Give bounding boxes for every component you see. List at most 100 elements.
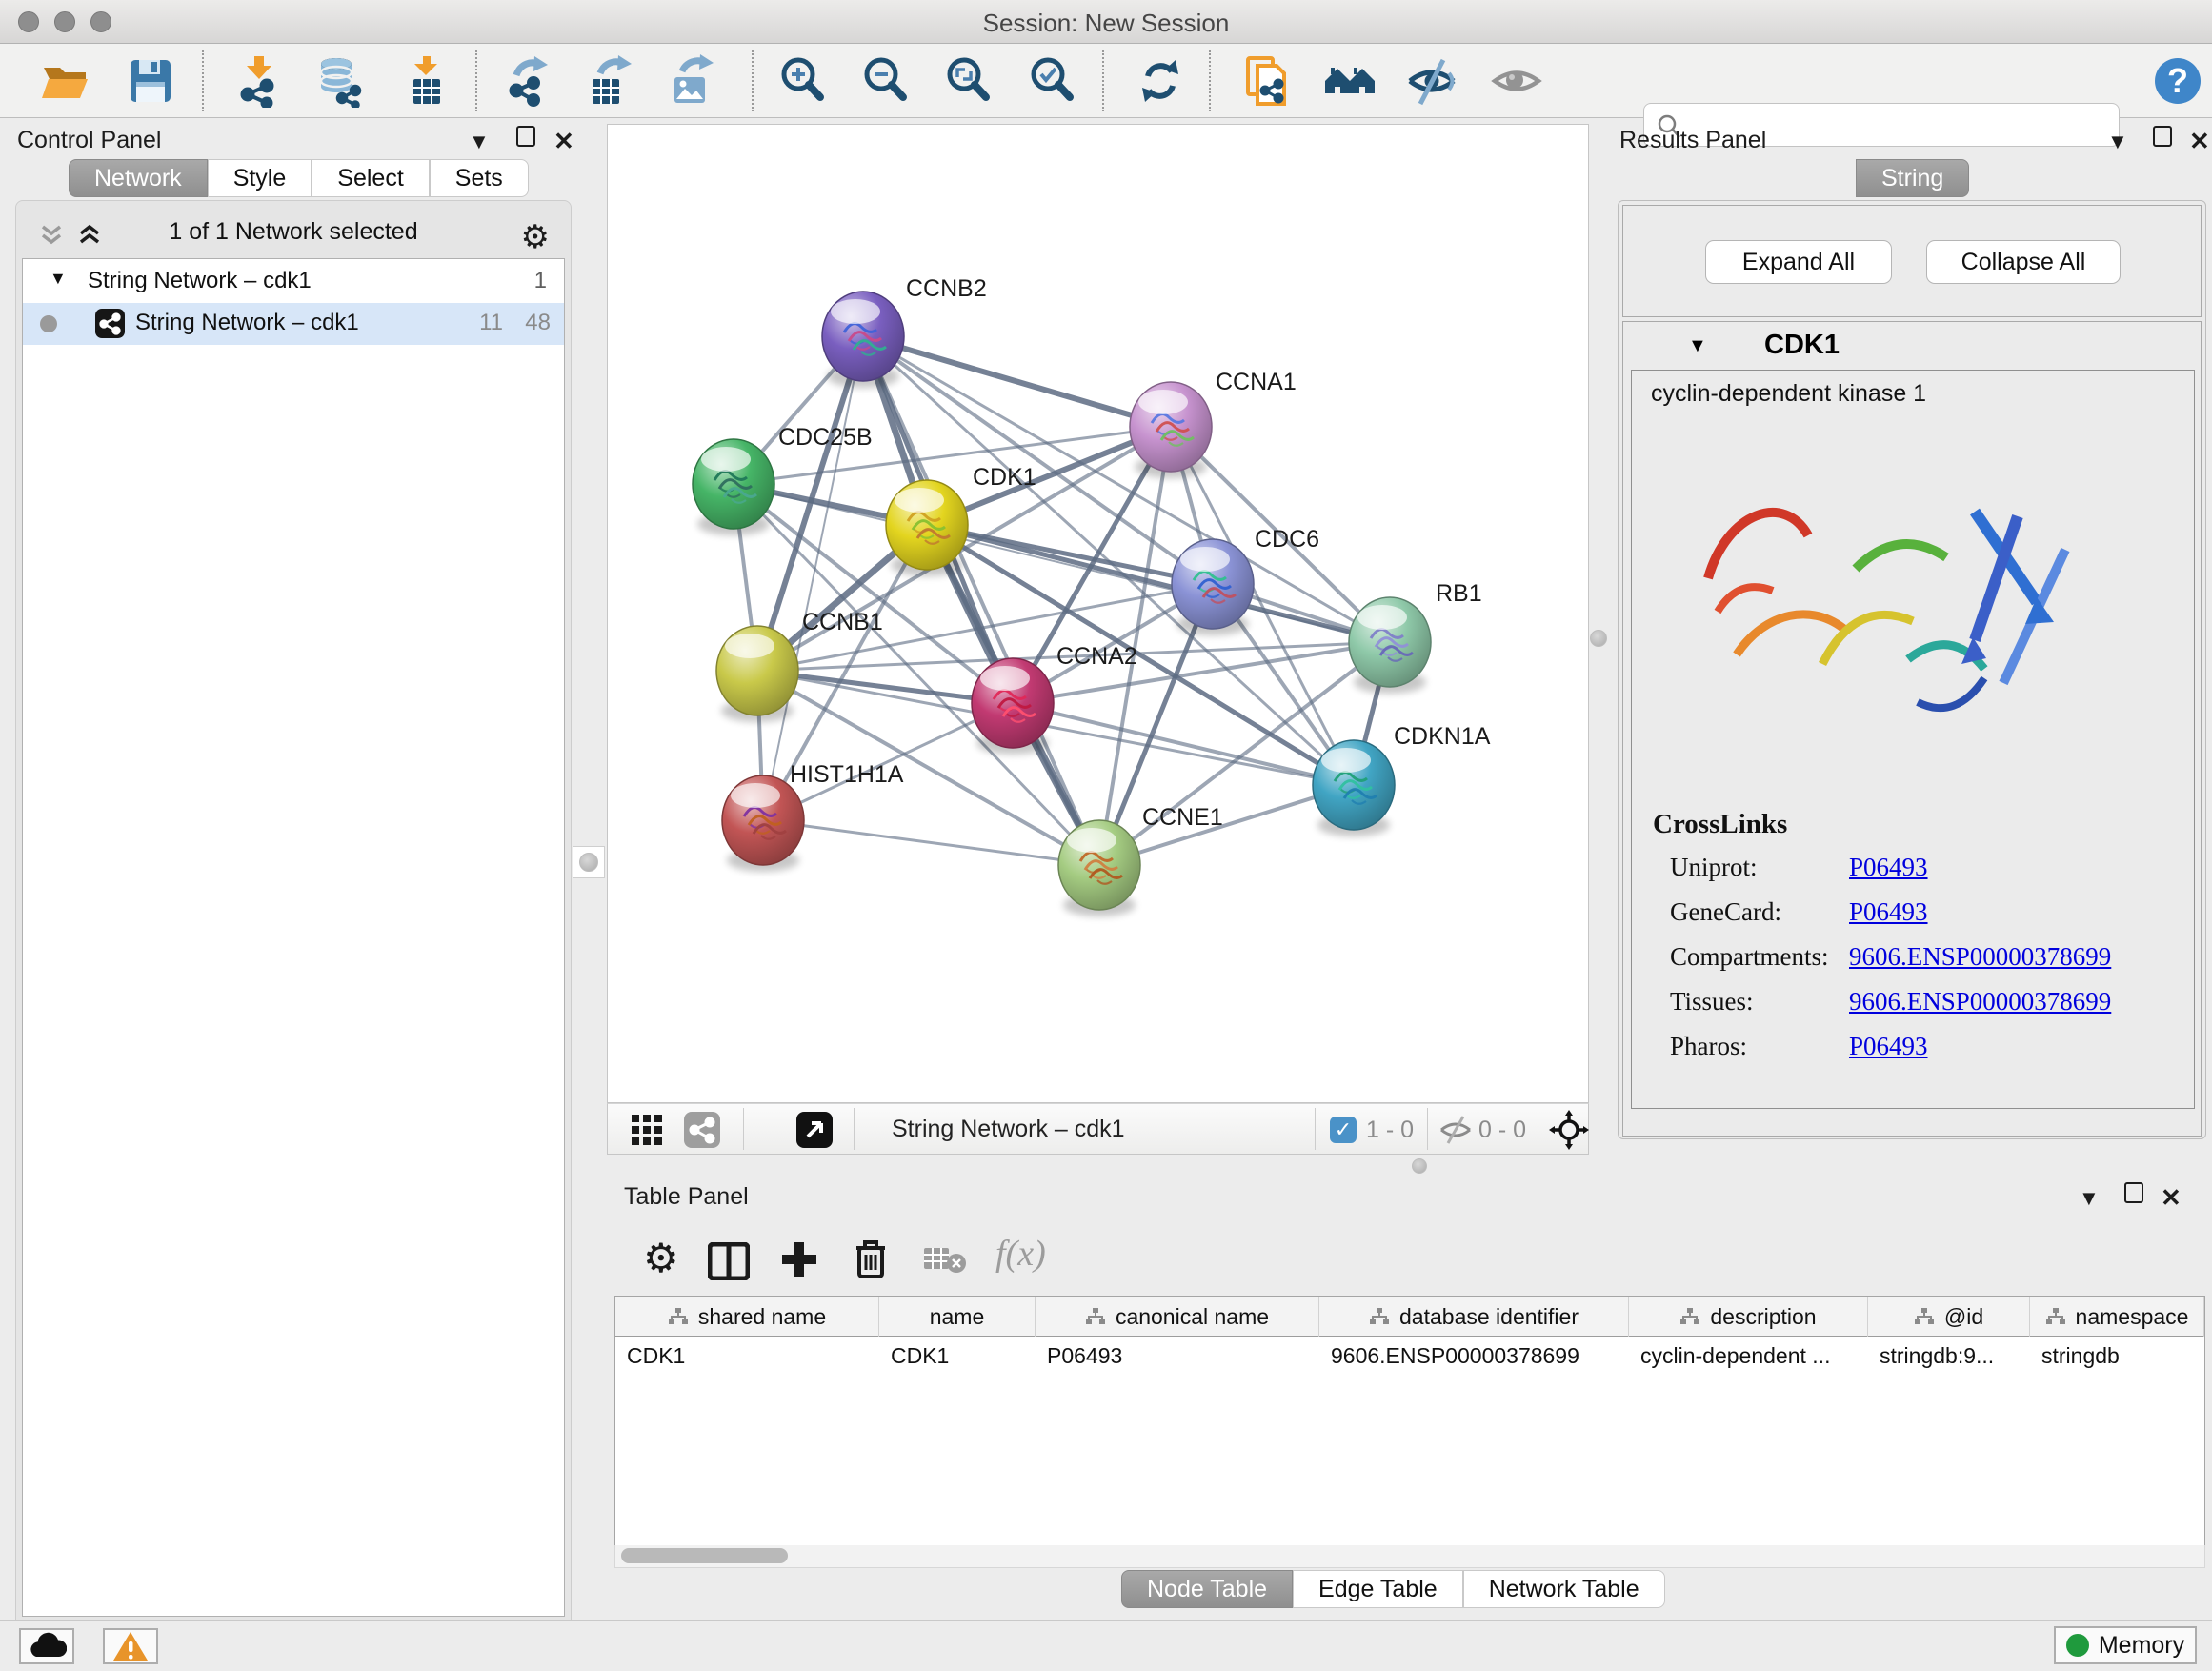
delete-column-icon[interactable]: [853, 1238, 889, 1285]
network-collection-row[interactable]: ▼ String Network – cdk1 1: [23, 261, 564, 303]
crosslink-link[interactable]: P06493: [1849, 1032, 1928, 1061]
cell-shared-name[interactable]: CDK1: [615, 1337, 879, 1377]
warning-button[interactable]: [103, 1628, 158, 1664]
collapse-panel-icon[interactable]: ▼: [469, 130, 490, 154]
cell-canonical-name[interactable]: P06493: [1036, 1337, 1319, 1377]
pan-crosshair-icon[interactable]: [1549, 1110, 1589, 1155]
tab-sets[interactable]: Sets: [430, 159, 529, 197]
cell--id[interactable]: stringdb:9...: [1868, 1337, 2030, 1377]
node-label-CCNB1: CCNB1: [802, 609, 883, 635]
tab-edge-table[interactable]: Edge Table: [1293, 1570, 1463, 1608]
node-label-CCNA2: CCNA2: [1056, 643, 1137, 670]
delete-table-icon[interactable]: [923, 1246, 967, 1279]
tab-select[interactable]: Select: [312, 159, 429, 197]
close-panel-icon[interactable]: ✕: [2161, 1183, 2182, 1213]
float-panel-icon[interactable]: [2153, 126, 2172, 152]
network-graph[interactable]: CCNB2CCNA1CDC25BCDK1CDC6RB1CCNB1CCNA2CDK…: [608, 125, 1588, 1102]
export-table-icon[interactable]: [585, 54, 638, 108]
column-header--id[interactable]: @id: [1868, 1297, 2030, 1337]
left-splitter-handle[interactable]: [573, 846, 605, 878]
network-node-CCNA1[interactable]: CCNA1: [1130, 369, 1297, 478]
cell-description[interactable]: cyclin-dependent ...: [1629, 1337, 1868, 1377]
table-horizontal-scrollbar[interactable]: [614, 1545, 2205, 1568]
expand-all-button[interactable]: Expand All: [1705, 240, 1892, 284]
collapse-panel-icon[interactable]: ▼: [2107, 130, 2128, 154]
crosslink-link[interactable]: P06493: [1849, 853, 1928, 882]
cloud-button[interactable]: [19, 1628, 74, 1664]
string-results-box: Expand All Collapse All ▼ CDK1 cyclin-de…: [1618, 200, 2206, 1139]
crosslink-row: Uniprot: P06493: [1659, 845, 2173, 889]
add-column-icon[interactable]: [780, 1240, 818, 1283]
zoom-fit-icon[interactable]: [942, 54, 995, 108]
function-builder-icon[interactable]: f(x): [995, 1233, 1046, 1275]
crosslink-link[interactable]: 9606.ENSP00000378699: [1849, 987, 2111, 1017]
split-columns-icon[interactable]: [708, 1242, 750, 1285]
toolbar-separator: [475, 50, 477, 111]
save-session-icon[interactable]: [124, 54, 177, 108]
zoom-in-icon[interactable]: [776, 54, 830, 108]
section-expand-icon[interactable]: ▼: [1688, 335, 1707, 357]
refresh-icon[interactable]: [1134, 54, 1187, 108]
network-row[interactable]: String Network – cdk1 11 48: [23, 303, 564, 345]
crosslink-link[interactable]: 9606.ENSP00000378699: [1849, 942, 2111, 972]
table-row[interactable]: CDK1CDK1P064939606.ENSP00000378699cyclin…: [615, 1337, 2204, 1377]
column-header-canonical-name[interactable]: canonical name: [1036, 1297, 1319, 1337]
collapse-all-button[interactable]: Collapse All: [1926, 240, 2121, 284]
import-database-icon[interactable]: [313, 54, 367, 108]
export-image-icon[interactable]: [667, 54, 720, 108]
cell-namespace[interactable]: stringdb: [2030, 1337, 2204, 1377]
zoom-selected-icon[interactable]: [1026, 54, 1079, 108]
toolbar-separator: [752, 50, 754, 111]
detach-view-icon[interactable]: [796, 1112, 833, 1148]
network-node-HIST1H1A[interactable]: HIST1H1A: [722, 761, 904, 872]
scrollbar-thumb[interactable]: [621, 1548, 788, 1563]
network-node-CDKN1A[interactable]: CDKN1A: [1313, 723, 1491, 836]
column-header-shared-name[interactable]: shared name: [615, 1297, 879, 1337]
import-table-icon[interactable]: [400, 54, 453, 108]
right-splitter[interactable]: [1589, 125, 1609, 1155]
zoom-out-icon[interactable]: [859, 54, 913, 108]
import-network-icon[interactable]: [232, 54, 286, 108]
open-session-icon[interactable]: [38, 54, 91, 108]
collection-expand-icon[interactable]: ▼: [50, 269, 67, 289]
selected-counts: 1 - 0: [1366, 1117, 1414, 1144]
cell-database-identifier[interactable]: 9606.ENSP00000378699: [1319, 1337, 1629, 1377]
collapse-panel-icon[interactable]: ▼: [2079, 1186, 2100, 1211]
column-header-database-identifier[interactable]: database identifier: [1319, 1297, 1629, 1337]
crosslink-row: GeneCard: P06493: [1659, 890, 2173, 934]
tab-network[interactable]: Network: [69, 159, 208, 197]
tab-node-table[interactable]: Node Table: [1121, 1570, 1293, 1608]
float-panel-icon[interactable]: [2124, 1182, 2143, 1209]
float-panel-icon[interactable]: [516, 126, 535, 152]
selected-checkbox-icon[interactable]: ✓: [1330, 1117, 1357, 1143]
close-panel-icon[interactable]: ✕: [2189, 127, 2210, 156]
network-node-CDC25B[interactable]: CDC25B: [693, 424, 873, 535]
column-header-name[interactable]: name: [879, 1297, 1036, 1337]
network-canvas[interactable]: CCNB2CCNA1CDC25BCDK1CDC6RB1CCNB1CCNA2CDK…: [607, 124, 1589, 1103]
network-file-icon[interactable]: [1240, 54, 1294, 108]
application-window: Session: New Session: [0, 0, 2212, 1671]
network-node-CCNB2[interactable]: CCNB2: [822, 275, 987, 388]
crosslink-link[interactable]: P06493: [1849, 897, 1928, 927]
table-gear-icon[interactable]: ⚙: [643, 1235, 679, 1281]
memory-button[interactable]: Memory: [2054, 1626, 2197, 1664]
network-node-CCNE1[interactable]: CCNE1: [1058, 804, 1223, 916]
tab-string[interactable]: String: [1856, 159, 1969, 197]
gear-icon[interactable]: ⚙: [521, 218, 550, 256]
column-header-description[interactable]: description: [1629, 1297, 1868, 1337]
hidden-eye-icon[interactable]: [1438, 1115, 1473, 1150]
eye-icon[interactable]: [1490, 54, 1543, 108]
grid-view-icon[interactable]: [631, 1114, 663, 1151]
column-header-namespace[interactable]: namespace: [2030, 1297, 2204, 1337]
node-label-CDC25B: CDC25B: [778, 424, 873, 451]
close-panel-icon[interactable]: ✕: [553, 127, 574, 156]
tab-style[interactable]: Style: [208, 159, 312, 197]
home-icon[interactable]: [1323, 54, 1377, 108]
share-view-icon[interactable]: [684, 1112, 720, 1148]
hide-eye-icon[interactable]: [1405, 54, 1458, 108]
tab-network-table[interactable]: Network Table: [1463, 1570, 1665, 1608]
export-network-icon[interactable]: [503, 54, 556, 108]
cell-name[interactable]: CDK1: [879, 1337, 1036, 1377]
help-icon[interactable]: ?: [2151, 54, 2204, 108]
network-node-RB1[interactable]: RB1: [1349, 580, 1482, 694]
